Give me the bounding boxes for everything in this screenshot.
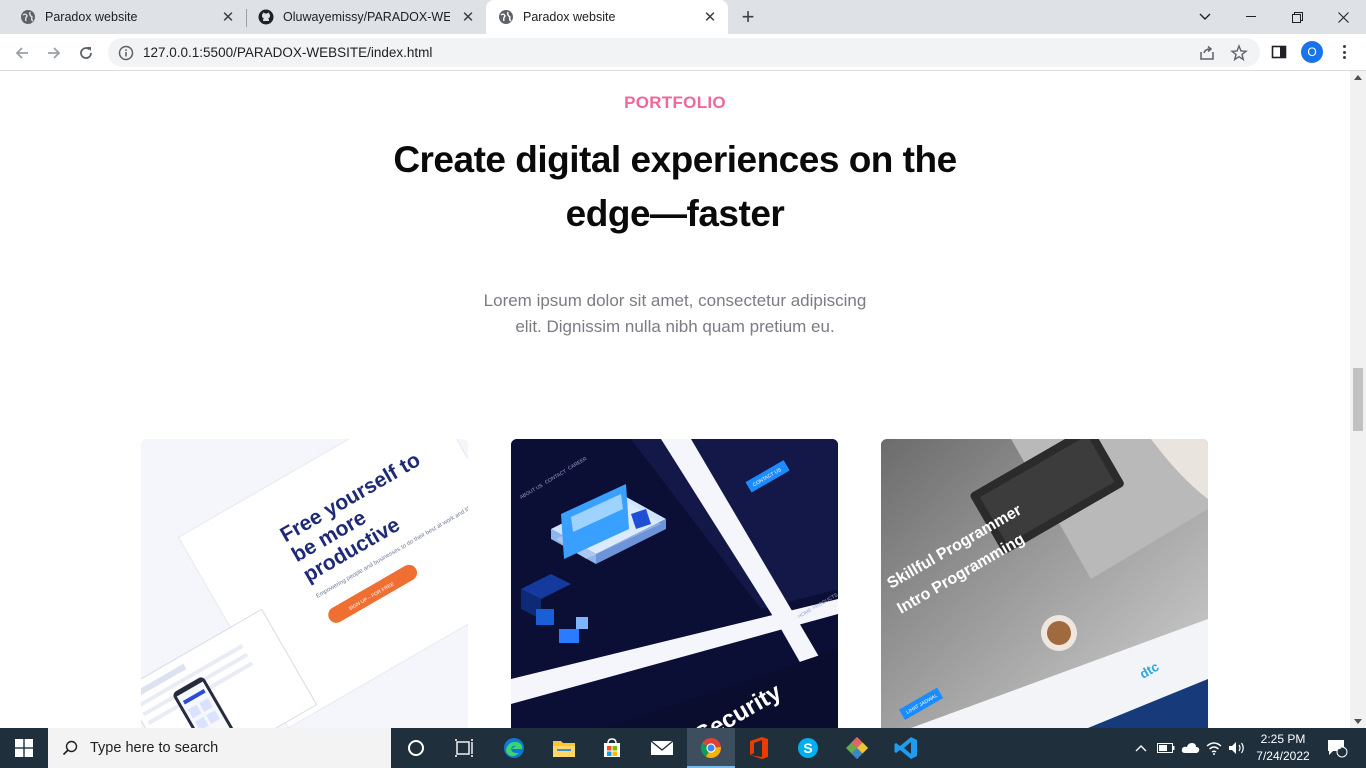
portfolio-card-productivity[interactable]: Free yourself to be more productive Empo… — [141, 439, 468, 728]
tab-github-repo[interactable]: Oluwayemissy/PARADOX-WEBSITE ✕ — [238, 0, 486, 34]
tab-title: Paradox website — [523, 10, 616, 24]
file-explorer-icon[interactable] — [540, 728, 588, 768]
forward-arrow-icon[interactable] — [40, 39, 68, 67]
task-view-icon[interactable] — [440, 728, 488, 768]
tab-search-chevron-icon[interactable] — [1182, 0, 1228, 34]
browser-tab-strip: Paradox website ✕ Oluwayemissy/PARADOX-W… — [0, 0, 1366, 34]
tab-paradox-website-active[interactable]: Paradox website ✕ — [486, 0, 728, 34]
onedrive-cloud-icon[interactable] — [1180, 728, 1202, 768]
restore-button[interactable] — [1274, 0, 1320, 34]
page-viewport: PORTFOLIO Create digital experiences on … — [0, 71, 1350, 728]
profile-avatar[interactable]: O — [1301, 41, 1323, 63]
scroll-up-arrow-icon[interactable] — [1354, 75, 1362, 80]
svg-text:S: S — [803, 740, 812, 756]
minimize-button[interactable] — [1228, 0, 1274, 34]
portfolio-card-security[interactable]: ABOUT US CONTACT CAREER CONTACT US HOME … — [511, 439, 838, 728]
notification-count-badge: 1 — [1337, 742, 1342, 751]
close-tab-icon[interactable]: ✕ — [220, 9, 236, 26]
windows-taskbar: Type here to search S 2:25 PM 7/24/2022 … — [0, 728, 1366, 768]
portfolio-card-programming[interactable]: Skillful Programmer Intro Programming LI… — [881, 439, 1208, 728]
programming-mockup-image: Skillful Programmer Intro Programming LI… — [881, 439, 1208, 728]
vscode-icon[interactable] — [882, 728, 930, 768]
chrome-icon[interactable] — [687, 728, 735, 768]
section-eyebrow: PORTFOLIO — [624, 93, 726, 112]
page-scrollbar[interactable] — [1350, 71, 1366, 728]
tab-paradox-website-1[interactable]: Paradox website ✕ — [0, 0, 246, 34]
section-headline: Create digital experiences on the edge—f… — [393, 139, 957, 234]
battery-icon[interactable] — [1155, 728, 1177, 768]
close-tab-icon[interactable]: ✕ — [460, 9, 476, 26]
share-icon[interactable] — [1198, 44, 1216, 62]
edge-browser-icon[interactable] — [490, 728, 538, 768]
action-center-icon[interactable]: 1 — [1320, 728, 1354, 768]
scroll-down-arrow-icon[interactable] — [1354, 719, 1362, 724]
security-mockup-image: ABOUT US CONTACT CAREER CONTACT US HOME … — [511, 439, 838, 728]
site-info-icon[interactable] — [118, 45, 134, 61]
search-icon — [62, 740, 78, 756]
tab-title: Oluwayemissy/PARADOX-WEBSITE — [283, 10, 450, 24]
browser-menu-icon[interactable] — [1336, 42, 1352, 62]
taskbar-search-box[interactable]: Type here to search — [48, 728, 391, 768]
taskbar-clock[interactable]: 2:25 PM 7/24/2022 — [1240, 731, 1326, 765]
mail-icon[interactable] — [638, 728, 686, 768]
close-tab-icon[interactable]: ✕ — [702, 9, 718, 26]
clock-date: 7/24/2022 — [1256, 749, 1310, 763]
section-description: Lorem ipsum dolor sit amet, consectetur … — [483, 291, 867, 336]
close-window-button[interactable] — [1320, 0, 1366, 34]
search-placeholder: Type here to search — [90, 740, 219, 756]
cortana-icon[interactable] — [392, 728, 440, 768]
globe-icon — [498, 9, 514, 25]
tab-title: Paradox website — [45, 10, 138, 24]
skype-icon[interactable]: S — [784, 728, 832, 768]
globe-icon — [20, 9, 36, 25]
address-bar[interactable]: 127.0.0.1:5500/PARADOX-WEBSITE/index.htm… — [108, 38, 1260, 67]
git-tool-icon[interactable] — [833, 728, 881, 768]
side-panel-icon[interactable] — [1271, 44, 1287, 60]
productivity-mockup-image: Free yourself to be more productive Empo… — [141, 439, 468, 728]
scrollbar-thumb[interactable] — [1353, 368, 1363, 431]
clock-time: 2:25 PM — [1260, 732, 1306, 746]
microsoft-store-icon[interactable] — [588, 728, 636, 768]
github-icon — [258, 9, 274, 25]
browser-toolbar: 127.0.0.1:5500/PARADOX-WEBSITE/index.htm… — [0, 34, 1366, 71]
windows-start-icon[interactable] — [0, 728, 48, 768]
reload-icon[interactable] — [72, 39, 100, 67]
new-tab-button[interactable]: + — [736, 4, 760, 29]
bookmark-star-icon[interactable] — [1230, 44, 1248, 62]
url-text: 127.0.0.1:5500/PARADOX-WEBSITE/index.htm… — [143, 45, 433, 60]
back-arrow-icon[interactable] — [8, 39, 36, 67]
wifi-icon[interactable] — [1204, 728, 1224, 768]
office-icon[interactable] — [735, 728, 783, 768]
show-hidden-icons-chevron-icon[interactable] — [1132, 728, 1150, 768]
